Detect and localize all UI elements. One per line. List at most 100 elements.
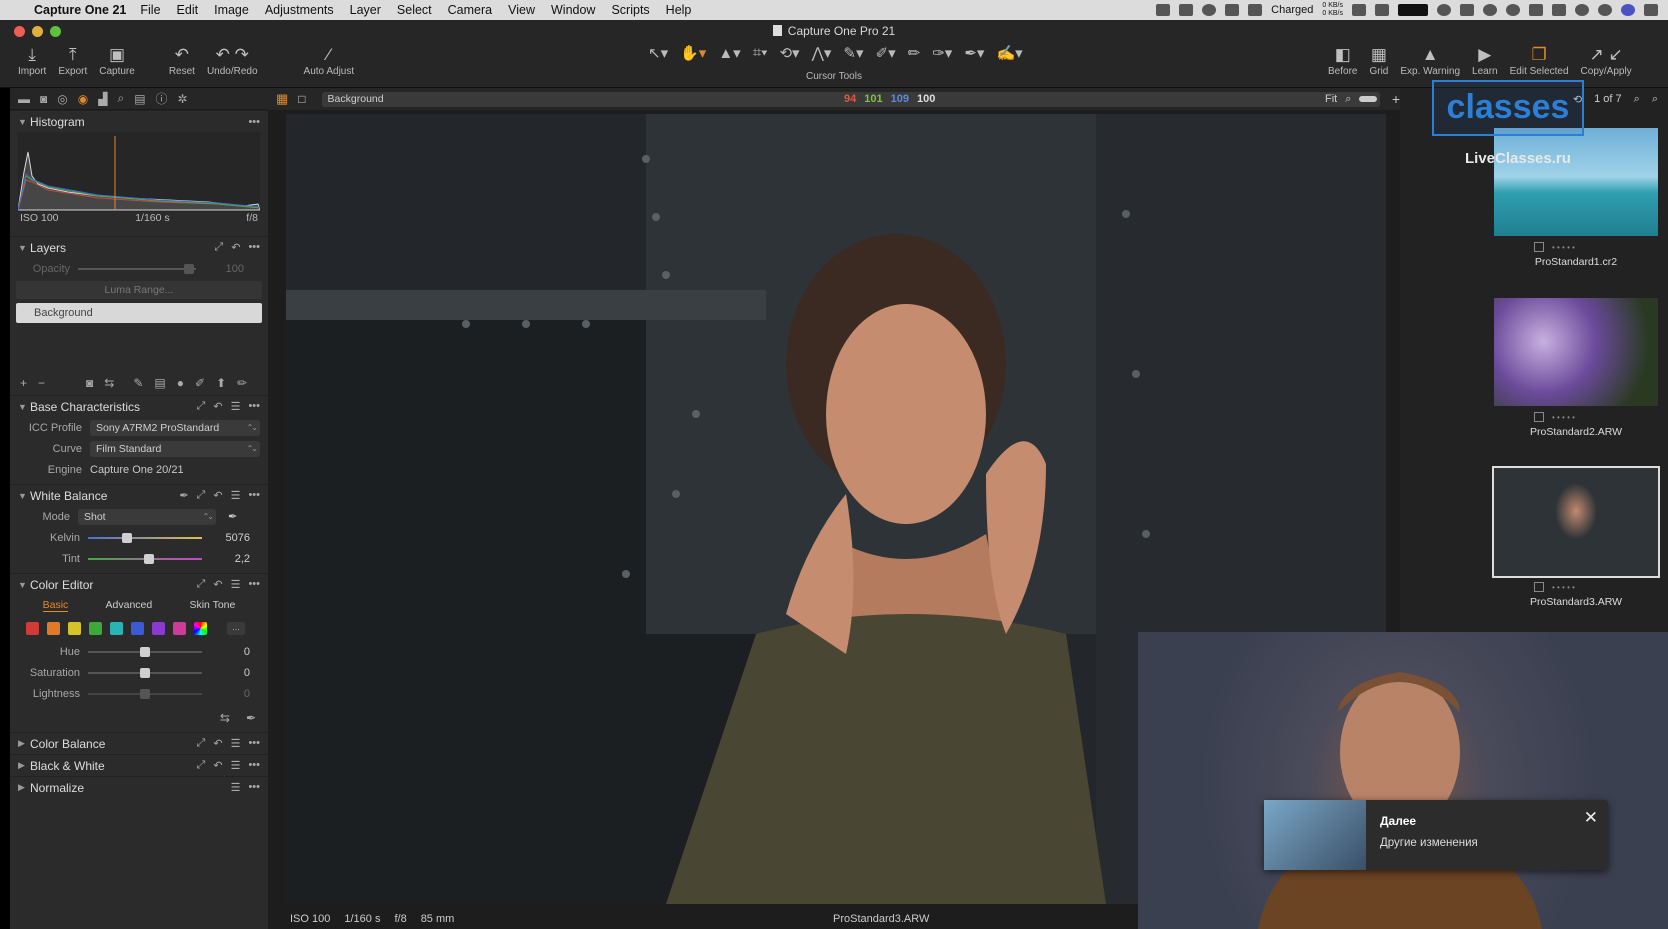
- keystone-icon[interactable]: ⋀▾: [812, 44, 832, 62]
- learn-button[interactable]: ▶ Learn: [1466, 44, 1504, 77]
- pick-icon[interactable]: ⤢: [197, 759, 206, 772]
- opacity-knob[interactable]: [184, 263, 194, 274]
- layers-header[interactable]: ▼ Layers ⤢ ↶ •••: [10, 236, 268, 258]
- white-balance-header[interactable]: ▼ White Balance ✒ ⤢ ↶ ☰ •••: [10, 484, 268, 506]
- black-white-header[interactable]: ▶ Black & White ⤢ ↶ ☰ •••: [10, 754, 268, 776]
- menu-camera[interactable]: Camera: [448, 3, 492, 17]
- search-icon[interactable]: ⌕: [1634, 93, 1640, 106]
- clone-icon[interactable]: ✒▾: [964, 44, 984, 62]
- presets-icon[interactable]: ☰: [231, 489, 241, 502]
- more-icon[interactable]: •••: [248, 400, 260, 413]
- more-icon[interactable]: •••: [248, 489, 260, 502]
- metadata-tab-icon[interactable]: ⓘ: [156, 90, 168, 107]
- before-button[interactable]: ◧ Before: [1322, 44, 1363, 77]
- tab-advanced[interactable]: Advanced: [106, 599, 153, 612]
- thumb-checkbox[interactable]: [1534, 412, 1544, 422]
- brush-icon[interactable]: ✎▾: [843, 44, 863, 62]
- thumb-checkbox[interactable]: [1534, 242, 1544, 252]
- color-editor-header[interactable]: ▼ Color Editor ⤢ ↶ ☰ •••: [10, 573, 268, 595]
- reset-small-icon[interactable]: ↶: [213, 400, 222, 413]
- swap-icon[interactable]: ⇆: [220, 711, 230, 725]
- tint-knob[interactable]: [144, 553, 154, 564]
- grid-button[interactable]: ▦ Grid: [1363, 44, 1394, 77]
- notification-icon[interactable]: [1460, 4, 1474, 16]
- spotlight-icon[interactable]: [1598, 4, 1612, 16]
- menu-view[interactable]: View: [508, 3, 535, 17]
- lightness-slider[interactable]: [88, 686, 202, 702]
- presets-icon[interactable]: ☰: [231, 578, 241, 591]
- swatch-blue[interactable]: [131, 622, 144, 635]
- ce-picker-icon[interactable]: ✒: [246, 711, 256, 725]
- display-icon[interactable]: [1179, 4, 1194, 16]
- capture-button[interactable]: ▣ Capture: [93, 44, 141, 77]
- swatch-cyan[interactable]: [110, 622, 123, 635]
- more-icon[interactable]: •••: [248, 759, 260, 772]
- brush-tool-icon[interactable]: ✎: [133, 376, 143, 390]
- pick-icon[interactable]: ⤢: [197, 578, 206, 591]
- capture-tab-icon[interactable]: ◙: [40, 92, 47, 106]
- auto-adjust-button[interactable]: ⁄ Auto Adjust: [298, 44, 361, 77]
- luma-range-button[interactable]: Luma Range...: [16, 281, 262, 299]
- thumbnail-1[interactable]: • • • • • ProStandard1.cr2: [1494, 128, 1658, 268]
- erase-mask-icon[interactable]: ✏: [237, 376, 247, 390]
- menu-adjustments[interactable]: Adjustments: [265, 3, 334, 17]
- exp-warning-button[interactable]: ▲ Exp. Warning: [1394, 44, 1466, 77]
- opacity-value[interactable]: 100: [204, 263, 244, 275]
- thumb-rating[interactable]: • • • • •: [1552, 413, 1575, 422]
- swatch-more-button[interactable]: ...: [227, 622, 245, 635]
- presets-icon[interactable]: ☰: [231, 737, 241, 750]
- import-button[interactable]: ⤓ Import: [12, 44, 52, 77]
- rotate-icon[interactable]: ⟲▾: [779, 44, 799, 62]
- saturation-slider[interactable]: [88, 665, 202, 681]
- swatch-all[interactable]: [194, 622, 207, 635]
- status-app-icon[interactable]: [1156, 4, 1171, 16]
- exposure-tab-icon[interactable]: ▟: [98, 92, 107, 106]
- airplay-icon[interactable]: [1529, 4, 1543, 16]
- copy-apply-button[interactable]: ↗ ↙ Copy/Apply: [1575, 44, 1638, 77]
- menu-file[interactable]: File: [140, 3, 160, 17]
- popup-thumbnail[interactable]: [1264, 800, 1366, 870]
- more-icon[interactable]: •••: [248, 578, 260, 591]
- hue-knob[interactable]: [140, 646, 150, 657]
- reset-small-icon[interactable]: ↶: [213, 578, 222, 591]
- dropbox-icon[interactable]: [1225, 4, 1240, 16]
- layer-background-item[interactable]: Background: [16, 303, 262, 323]
- browser-grid-icon[interactable]: ▦: [276, 91, 288, 107]
- presets-icon[interactable]: ☰: [231, 400, 241, 413]
- tint-value[interactable]: 2,2: [210, 553, 250, 565]
- loupe-icon[interactable]: ▲▾: [718, 44, 740, 62]
- add-layer-icon[interactable]: +: [1392, 91, 1400, 107]
- thumbnail-2[interactable]: • • • • • ProStandard2.ARW: [1494, 298, 1658, 438]
- time-machine-icon[interactable]: [1437, 4, 1451, 16]
- color-balance-header[interactable]: ▶ Color Balance ⤢ ↶ ☰ •••: [10, 732, 268, 754]
- heal-icon[interactable]: ✑▾: [932, 44, 952, 62]
- gradient-icon[interactable]: ✐▾: [876, 44, 896, 62]
- presets-icon[interactable]: ☰: [231, 781, 241, 794]
- curve-select[interactable]: Film Standard: [90, 440, 260, 457]
- stamp-icon[interactable]: ⬆: [216, 376, 226, 390]
- more-icon[interactable]: •••: [248, 116, 260, 128]
- wb-mode-select[interactable]: Shot: [78, 508, 216, 525]
- hue-slider[interactable]: [88, 644, 202, 660]
- wifi-icon[interactable]: [1575, 4, 1589, 16]
- kelvin-slider[interactable]: [88, 530, 202, 546]
- color-tab-icon[interactable]: ◉: [78, 92, 88, 106]
- filter-icon[interactable]: ⌕: [1652, 93, 1658, 106]
- battery-status[interactable]: Charged: [1271, 4, 1313, 16]
- wb-picker-icon[interactable]: ✒: [228, 510, 237, 523]
- base-characteristics-header[interactable]: ▼ Base Characteristics ⤢ ↶ ☰ •••: [10, 395, 268, 417]
- swatch-magenta[interactable]: [173, 622, 186, 635]
- remove-layer-icon[interactable]: −: [38, 376, 45, 390]
- siri-icon[interactable]: [1621, 4, 1635, 16]
- more-icon[interactable]: •••: [248, 737, 260, 750]
- thumb-rating[interactable]: • • • • •: [1552, 243, 1575, 252]
- crop-icon[interactable]: ⌗▾: [753, 44, 768, 62]
- cpu-icon[interactable]: [1352, 4, 1366, 16]
- pick-icon[interactable]: ⤢: [197, 737, 206, 750]
- saturation-value[interactable]: 0: [210, 667, 250, 679]
- swatch-orange[interactable]: [47, 622, 60, 635]
- reset-button[interactable]: ↶ Reset: [163, 44, 201, 77]
- settings-tab-icon[interactable]: ✲: [178, 92, 188, 106]
- menu-app-name[interactable]: Capture One 21: [34, 3, 126, 17]
- menu-help[interactable]: Help: [666, 3, 692, 17]
